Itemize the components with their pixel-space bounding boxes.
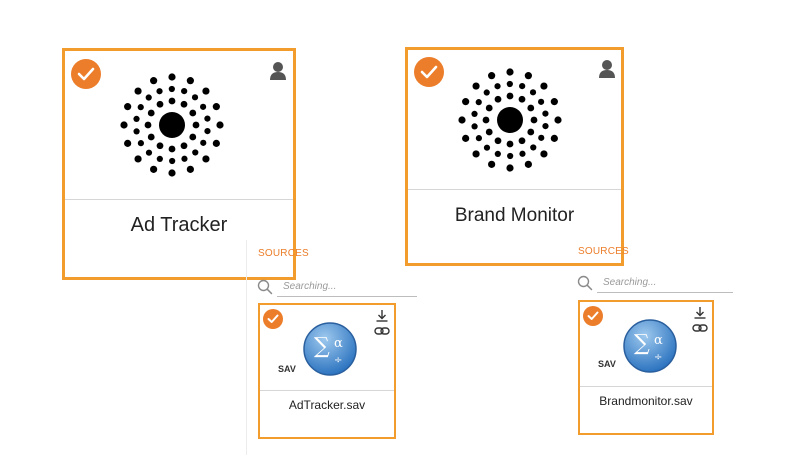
dotted-burst-logo-icon bbox=[120, 73, 224, 182]
search-input[interactable] bbox=[277, 276, 417, 297]
source-file-card-brandmonitor[interactable]: ∑ α ÷ SAV Brandmonitor.sav bbox=[578, 300, 714, 435]
link-icon[interactable] bbox=[692, 322, 708, 334]
source-file-name: Brandmonitor.sav bbox=[599, 394, 693, 408]
sources-panel-1: SOURCES ∑ α ÷ SAV AdTracker.sav bbox=[254, 244, 420, 444]
search-input[interactable] bbox=[597, 272, 733, 293]
link-icon[interactable] bbox=[374, 325, 390, 337]
project-title: Brand Monitor bbox=[454, 205, 575, 226]
selected-check-icon[interactable] bbox=[414, 57, 444, 87]
svg-text:∑: ∑ bbox=[634, 331, 650, 356]
source-file-card-adtracker[interactable]: ∑ α ÷ SAV AdTracker.sav bbox=[258, 303, 396, 439]
sources-panel-2: SOURCES ∑ α ÷ SAV Brandmonitor.sav bbox=[574, 242, 740, 442]
card-divider bbox=[65, 199, 293, 200]
svg-text:÷: ÷ bbox=[334, 355, 342, 366]
panel-separator bbox=[246, 240, 247, 455]
project-title: Ad Tracker bbox=[130, 214, 228, 236]
user-icon bbox=[598, 59, 616, 79]
search-row bbox=[257, 276, 417, 298]
search-icon[interactable] bbox=[257, 279, 273, 295]
download-icon[interactable] bbox=[692, 307, 708, 319]
download-icon[interactable] bbox=[374, 310, 390, 322]
svg-text:∑: ∑ bbox=[314, 334, 330, 359]
selected-check-icon[interactable] bbox=[263, 309, 283, 329]
search-row bbox=[577, 272, 733, 294]
search-icon[interactable] bbox=[577, 275, 593, 291]
sources-label: SOURCES bbox=[578, 246, 629, 257]
source-file-name: AdTracker.sav bbox=[288, 398, 366, 412]
selected-check-icon[interactable] bbox=[71, 59, 101, 89]
project-card-brand-monitor[interactable]: Brand Monitor bbox=[405, 47, 624, 266]
svg-text:α: α bbox=[654, 333, 663, 348]
svg-text:α: α bbox=[334, 336, 343, 351]
dotted-burst-logo-icon bbox=[458, 68, 562, 177]
sources-label: SOURCES bbox=[258, 248, 309, 259]
sav-file-icon: ∑ α ÷ bbox=[300, 319, 360, 384]
file-type-badge: SAV bbox=[278, 364, 296, 374]
card-divider bbox=[260, 390, 394, 391]
svg-text:÷: ÷ bbox=[654, 352, 662, 363]
user-icon bbox=[269, 61, 287, 81]
card-divider bbox=[408, 189, 621, 190]
card-divider bbox=[580, 386, 712, 387]
sav-file-icon: ∑ α ÷ bbox=[620, 316, 680, 381]
selected-check-icon[interactable] bbox=[583, 306, 603, 326]
file-type-badge: SAV bbox=[598, 359, 616, 369]
